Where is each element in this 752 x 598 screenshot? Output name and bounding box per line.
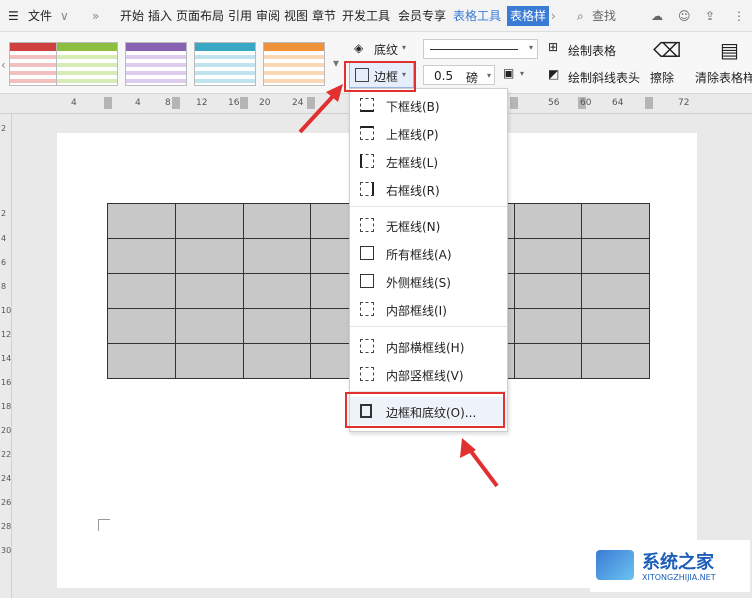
arrow-to-menu-item — [468, 448, 499, 488]
watermark-name: 系统之家 — [642, 552, 714, 573]
annotation-arrows — [298, 84, 499, 488]
arrow-to-border-button — [298, 92, 337, 134]
logo-icon — [596, 550, 634, 580]
watermark-logo: 系统之家 XITONGZHIJIA.NET — [590, 540, 750, 592]
watermark-url: XITONGZHIJIA.NET — [642, 573, 716, 582]
